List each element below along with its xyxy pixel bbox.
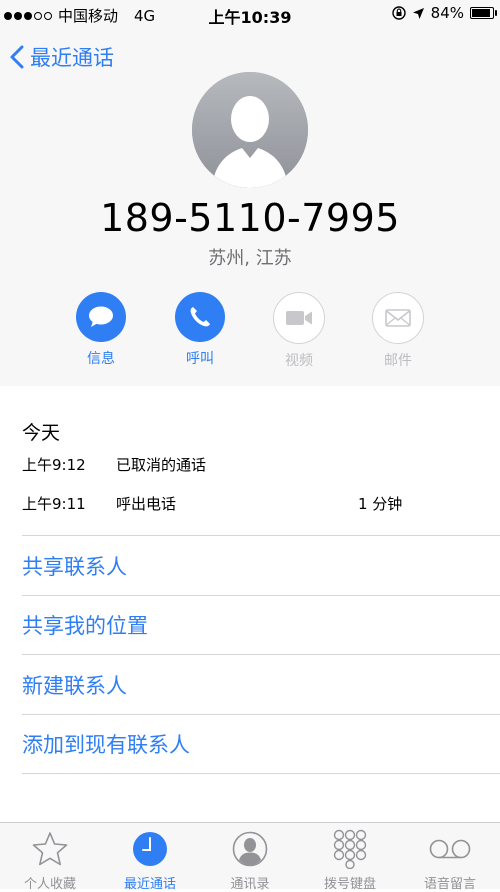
battery-percent: 84% xyxy=(430,4,464,22)
voicemail-icon xyxy=(429,839,471,859)
message-icon xyxy=(89,306,113,327)
divider xyxy=(22,595,500,596)
status-bar: 中国移动 4G 上午10:39 84% xyxy=(0,0,500,28)
tab-contacts[interactable]: 通讯录 xyxy=(200,829,300,892)
add-to-existing-contact-link[interactable]: 添加到现有联系人 xyxy=(22,729,190,759)
video-label: 视频 xyxy=(285,353,313,369)
tab-recents[interactable]: 最近通话 xyxy=(100,829,200,892)
tab-favorites[interactable]: 个人收藏 xyxy=(0,829,100,892)
tab-label: 个人收藏 xyxy=(23,877,76,892)
share-location-link[interactable]: 共享我的位置 xyxy=(22,610,148,640)
person-silhouette-icon xyxy=(192,72,308,188)
video-button[interactable]: 视频 xyxy=(259,292,339,370)
call-label: 呼叫 xyxy=(186,351,214,367)
call-button[interactable]: 呼叫 xyxy=(160,292,240,368)
tab-bar: 个人收藏 最近通话 通讯录 拨号键盘 语音留言 xyxy=(0,822,500,892)
call-history-row: 上午9:12 已取消的通话 xyxy=(22,454,478,476)
message-button[interactable]: 信息 xyxy=(61,292,141,368)
tab-keypad[interactable]: 拨号键盘 xyxy=(300,829,400,892)
call-time: 上午9:12 xyxy=(22,456,86,474)
tab-label: 最近通话 xyxy=(123,877,176,892)
video-icon xyxy=(286,311,312,325)
tab-label: 通讯录 xyxy=(230,877,270,892)
clock-icon xyxy=(133,832,167,866)
contacts-icon xyxy=(232,831,268,867)
location-arrow-icon xyxy=(412,7,424,19)
divider xyxy=(22,535,500,536)
divider xyxy=(22,714,500,715)
phone-icon xyxy=(190,307,210,327)
call-history-row: 上午9:11 呼出电话 1 分钟 xyxy=(22,493,478,515)
back-button[interactable]: 最近通话 xyxy=(10,42,114,72)
tab-voicemail[interactable]: 语音留言 xyxy=(400,829,500,892)
call-time: 上午9:11 xyxy=(22,495,86,513)
contact-header: 中国移动 4G 上午10:39 84% 最近通话 189-5110-7995 苏… xyxy=(0,0,500,386)
mail-icon xyxy=(385,309,411,327)
call-duration: 1 分钟 xyxy=(358,495,403,513)
new-contact-link[interactable]: 新建联系人 xyxy=(22,670,127,700)
contact-avatar xyxy=(192,72,308,188)
battery-icon xyxy=(470,7,497,19)
tab-label: 拨号键盘 xyxy=(323,877,376,892)
phone-number: 189-5110-7995 xyxy=(100,196,400,240)
star-icon xyxy=(32,832,68,866)
back-label: 最近通话 xyxy=(30,46,114,70)
mail-button[interactable]: 邮件 xyxy=(358,292,438,370)
message-label: 信息 xyxy=(87,351,115,367)
recents-day-label: 今天 xyxy=(22,422,61,444)
mail-label: 邮件 xyxy=(384,353,412,369)
number-location: 苏州, 江苏 xyxy=(208,248,292,269)
call-type: 已取消的通话 xyxy=(116,456,207,474)
keypad-icon xyxy=(333,829,367,869)
chevron-left-icon xyxy=(10,45,24,69)
share-contact-link[interactable]: 共享联系人 xyxy=(22,551,127,581)
rotation-lock-icon xyxy=(391,6,406,20)
divider xyxy=(22,773,500,774)
tab-label: 语音留言 xyxy=(423,877,476,892)
call-type: 呼出电话 xyxy=(116,495,177,513)
divider xyxy=(22,654,500,655)
